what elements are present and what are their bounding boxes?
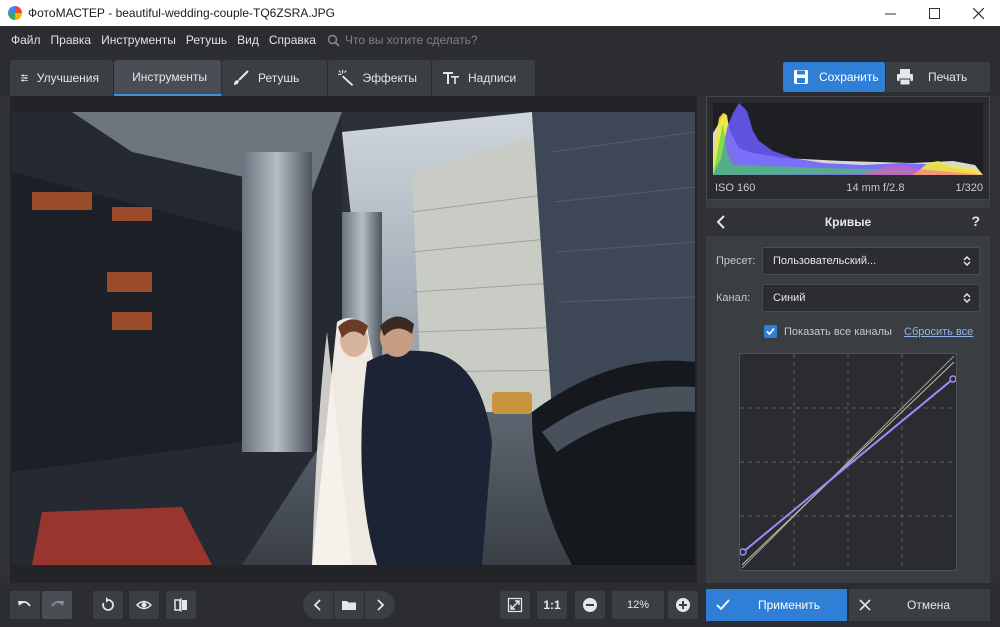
menu-retouch[interactable]: Ретушь: [181, 33, 232, 47]
lens-value: 14 mm f/2.8: [846, 182, 905, 194]
next-photo-button[interactable]: [365, 591, 395, 619]
help-icon[interactable]: ?: [971, 213, 980, 229]
histogram-chart-icon: [713, 103, 983, 175]
menu-bar: Файл Правка Инструменты Ретушь Вид Справ…: [0, 26, 1000, 54]
preset-value: Пользовательский...: [773, 255, 877, 267]
close-icon: [972, 7, 984, 19]
maximize-icon: [928, 7, 940, 19]
curve-graph-icon: [740, 354, 956, 570]
tab-captions[interactable]: Надписи: [432, 60, 536, 96]
zoom-value[interactable]: 12%: [612, 591, 664, 619]
show-all-channels-checkbox[interactable]: Показать все каналы: [764, 325, 892, 338]
zoom-in-icon: [676, 598, 690, 612]
redo-icon: [51, 601, 64, 607]
close-icon: [859, 599, 871, 611]
preset-select[interactable]: Пользовательский...: [762, 247, 980, 275]
shutter-value: 1/320: [955, 182, 983, 194]
previous-photo-button[interactable]: [303, 591, 333, 619]
search-placeholder: Что вы хотите сделать?: [344, 33, 478, 47]
photo-scene-icon: [12, 112, 695, 565]
maximize-button[interactable]: [912, 0, 956, 26]
print-label: Печать: [928, 70, 968, 84]
brush-icon: [234, 70, 249, 85]
actual-size-button[interactable]: 1:1: [537, 591, 567, 619]
print-button[interactable]: Печать: [886, 62, 990, 92]
image-canvas[interactable]: [10, 96, 697, 583]
channel-select[interactable]: Синий: [762, 284, 980, 312]
magic-wand-icon: [338, 69, 354, 86]
undo-icon: [18, 601, 31, 607]
tab-tools[interactable]: Инструменты: [114, 60, 222, 96]
curves-editor[interactable]: [739, 353, 957, 571]
command-search[interactable]: Что вы хотите сделать?: [327, 33, 478, 47]
open-folder-button[interactable]: [334, 591, 364, 619]
redo-button[interactable]: [42, 591, 72, 619]
tab-captions-label: Надписи: [468, 71, 517, 85]
minimize-button[interactable]: [868, 0, 912, 26]
zoom-in-button[interactable]: [668, 591, 698, 619]
apply-button[interactable]: Применить: [706, 589, 847, 621]
tab-retouch-label: Ретушь: [258, 71, 300, 85]
show-all-channels-label: Показать все каналы: [784, 325, 892, 338]
tab-enhance-label: Улучшения: [36, 71, 99, 85]
eye-icon: [136, 600, 152, 610]
title-bar: ФотоМАСТЕР - beautiful-wedding-couple-TQ…: [0, 0, 1000, 26]
window-title: ФотоМАСТЕР - beautiful-wedding-couple-TQ…: [28, 6, 336, 20]
zoom-out-icon: [583, 598, 597, 612]
channel-value: Синий: [773, 292, 806, 304]
updown-arrows-icon: [963, 255, 971, 267]
compare-button[interactable]: [166, 591, 196, 619]
save-label: Сохранить: [819, 70, 879, 84]
channel-label: Канал:: [716, 292, 751, 304]
preview-button[interactable]: [129, 591, 159, 619]
tab-tools-label: Инструменты: [132, 70, 207, 84]
tab-enhance[interactable]: Улучшения: [10, 60, 114, 96]
app-logo-icon: [8, 6, 22, 20]
printer-icon: [897, 69, 913, 86]
chevron-right-icon: [377, 599, 385, 611]
reset-all-link[interactable]: Сбросить все: [904, 326, 973, 338]
zoom-out-button[interactable]: [575, 591, 605, 619]
expand-icon: [507, 597, 523, 613]
rotate-back-icon: [102, 597, 114, 611]
tab-effects[interactable]: Эффекты: [328, 60, 432, 96]
menu-tools[interactable]: Инструменты: [96, 33, 181, 47]
cancel-button[interactable]: Отмена: [849, 589, 990, 621]
checkbox-checked-icon: [764, 325, 777, 338]
fit-to-screen-button[interactable]: [500, 591, 530, 619]
undo-button[interactable]: [10, 591, 40, 619]
histogram: ISO 160 14 mm f/2.8 1/320: [706, 96, 990, 200]
menu-edit[interactable]: Правка: [46, 33, 97, 47]
folder-icon: [342, 601, 356, 610]
menu-help[interactable]: Справка: [264, 33, 321, 47]
wedding-photo[interactable]: [12, 112, 695, 565]
close-button[interactable]: [956, 0, 1000, 26]
sliders-icon: [20, 74, 28, 82]
tab-effects-label: Эффекты: [362, 71, 417, 85]
search-icon: [327, 34, 340, 47]
chevron-left-icon[interactable]: [714, 214, 730, 230]
curves-header: Кривые ?: [706, 208, 990, 236]
menu-view[interactable]: Вид: [232, 33, 264, 47]
cancel-label: Отмена: [907, 598, 951, 612]
reset-history-button[interactable]: [93, 591, 123, 619]
preset-label: Пресет:: [716, 255, 756, 267]
menu-file[interactable]: Файл: [6, 33, 46, 47]
check-icon: [716, 599, 730, 611]
save-icon: [794, 70, 808, 84]
text-icon: [443, 72, 459, 84]
compare-icon: [174, 598, 187, 612]
right-panel: ISO 160 14 mm f/2.8 1/320 Кривые ? Пресе…: [706, 96, 990, 583]
iso-value: ISO 160: [715, 182, 756, 194]
curves-title: Кривые: [824, 215, 872, 229]
tab-retouch[interactable]: Ретушь: [222, 60, 328, 96]
save-button[interactable]: Сохранить: [783, 62, 885, 92]
minimize-icon: [884, 13, 896, 14]
updown-arrows-icon: [963, 292, 971, 304]
chevron-left-icon: [313, 599, 321, 611]
apply-label: Применить: [758, 598, 821, 612]
